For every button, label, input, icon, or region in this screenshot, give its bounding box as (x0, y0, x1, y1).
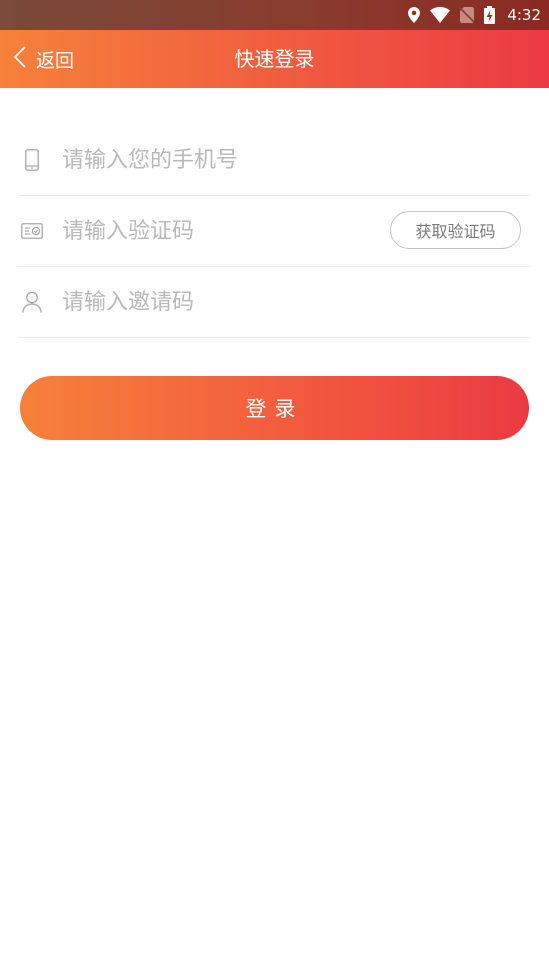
login-button[interactable]: 登录 (20, 376, 529, 440)
status-time: 4:32 (507, 6, 541, 24)
wifi-icon (430, 7, 451, 23)
nav-bar: 返回 快速登录 (0, 30, 549, 88)
verification-card-icon (18, 223, 46, 239)
status-icons: 4:32 (408, 0, 541, 30)
page-title: 快速登录 (234, 47, 315, 71)
phone-row (18, 125, 530, 196)
code-input[interactable] (62, 218, 362, 244)
invite-row (18, 267, 530, 338)
get-code-button[interactable]: 获取验证码 (390, 211, 521, 249)
location-icon (408, 7, 421, 23)
no-sim-icon (460, 7, 475, 23)
login-form: 获取验证码 (18, 125, 530, 338)
status-bar: 4:32 (0, 0, 549, 30)
invite-input[interactable] (62, 289, 362, 315)
phone-icon (18, 149, 46, 171)
code-row: 获取验证码 (18, 196, 530, 267)
battery-charging-icon (484, 6, 496, 24)
phone-input[interactable] (62, 147, 362, 173)
user-icon (18, 291, 46, 313)
